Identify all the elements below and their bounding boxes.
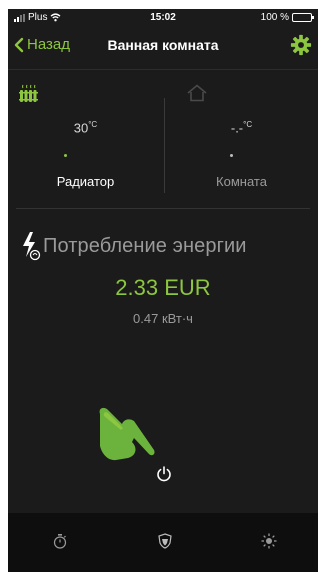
pointing-hand-icon	[99, 407, 155, 461]
radiator-icon	[19, 84, 38, 102]
radiator-temperature: 30°C	[8, 120, 163, 135]
gear-icon	[290, 34, 312, 56]
timer-icon	[53, 534, 67, 549]
tab-shield[interactable]	[158, 533, 172, 554]
power-button[interactable]	[156, 466, 172, 487]
radiator-label: Радиатор	[56, 174, 115, 189]
energy-title: Потребление энергии	[43, 234, 247, 257]
energy-kwh: 0.47 кВт·ч	[133, 311, 193, 326]
house-icon	[187, 84, 207, 102]
phone-screen: Plus 15:02 100 % Назад Ванная комната 30…	[8, 9, 318, 572]
page-title: Ванная комната	[107, 37, 219, 53]
section-divider	[16, 208, 310, 209]
radiator-reading: 30°C Радиатор	[8, 70, 163, 205]
battery-icon	[292, 13, 314, 22]
room-label: Комната	[216, 174, 267, 189]
tab-bar	[8, 513, 318, 572]
tab-sun[interactable]	[261, 533, 277, 554]
battery-percentage: 100 %	[260, 12, 289, 23]
shield-icon	[158, 533, 172, 549]
room-reading: -.-°C Комната	[164, 70, 318, 205]
lightning-icon	[23, 232, 41, 261]
tab-timer[interactable]	[53, 533, 67, 554]
temperature-panel: 30°C Радиатор -.-°C Комната	[8, 69, 318, 204]
room-temperature: -.-°C	[164, 120, 318, 135]
navigation-bar: Назад Ванная комната	[8, 31, 318, 61]
radiator-status-dot	[64, 154, 67, 157]
sun-icon	[261, 533, 277, 549]
room-temperature-unit: °C	[243, 120, 253, 129]
power-icon	[157, 466, 171, 482]
room-status-dot	[230, 154, 233, 157]
radiator-temperature-unit: °C	[88, 120, 98, 129]
radiator-temperature-value: 30	[73, 120, 89, 136]
room-temperature-value: -.-	[230, 120, 244, 136]
status-bar: Plus 15:02 100 %	[8, 9, 318, 26]
settings-button[interactable]	[290, 34, 312, 61]
energy-cost: 2.33 EUR	[115, 275, 211, 300]
